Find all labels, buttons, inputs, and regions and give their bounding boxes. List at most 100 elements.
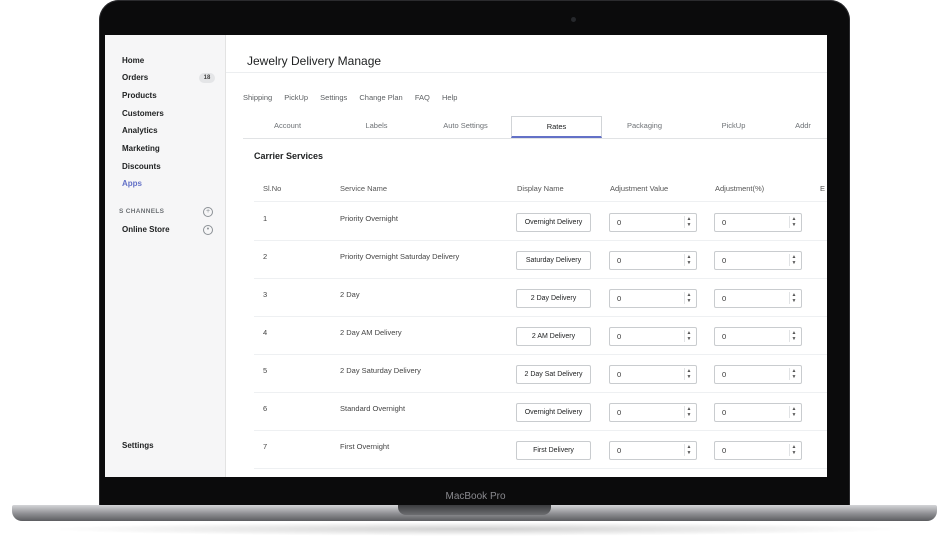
sidebar-item-products[interactable]: Products	[122, 91, 157, 100]
sidebar-item-online-store[interactable]: Online Store	[122, 225, 170, 234]
tab-address[interactable]: Addr	[778, 116, 827, 136]
display-name-button[interactable]: Overnight Delivery	[516, 213, 591, 232]
device-label: MacBook Pro	[445, 491, 506, 502]
topnav-faq[interactable]: FAQ	[415, 93, 430, 102]
sidebar-item-apps[interactable]: Apps	[122, 179, 142, 188]
adjustment-value: 0	[617, 332, 622, 341]
table-row: 1 Priority Overnight Overnight Delivery 0 ▲ ▼…	[254, 203, 827, 241]
row-number: 7	[263, 442, 268, 451]
adjustment-value-input[interactable]: 0 ▲ ▼	[609, 403, 697, 422]
laptop-shadow	[40, 522, 910, 536]
adjustment-percent: 0	[722, 408, 727, 417]
laptop-hinge-notch	[398, 505, 551, 515]
adjustment-percent: 0	[722, 218, 727, 227]
service-name: First Overnight	[340, 442, 390, 451]
stepper-arrows-icon[interactable]: ▲ ▼	[684, 330, 693, 342]
sidebar-item-settings[interactable]: Settings	[122, 441, 154, 450]
stepper-arrows-icon[interactable]: ▲ ▼	[684, 216, 693, 228]
display-name-button[interactable]: 2 AM Delivery	[516, 327, 591, 346]
tab-rates[interactable]: Rates	[511, 116, 602, 138]
stepper-arrows-icon[interactable]: ▲ ▼	[684, 292, 693, 304]
stepper-arrows-icon[interactable]: ▲ ▼	[789, 292, 798, 304]
section-title: Carrier Services	[254, 151, 324, 161]
sidebar-item-analytics[interactable]: Analytics	[122, 126, 158, 135]
adjustment-percent-input[interactable]: 0 ▲ ▼	[714, 365, 802, 384]
sales-channels-heading: S CHANNELS	[119, 208, 165, 215]
adjustment-percent-input[interactable]: 0 ▲ ▼	[714, 213, 802, 232]
adjustment-value-input[interactable]: 0 ▲ ▼	[609, 365, 697, 384]
table-row: 7 First Overnight First Delivery 0 ▲ ▼ 0 ▲ ▼	[254, 431, 827, 469]
row-number: 5	[263, 366, 268, 375]
table-row: 4 2 Day AM Delivery 2 AM Delivery 0 ▲ ▼ 0 ▲ ▼	[254, 317, 827, 355]
stepper-arrows-icon[interactable]: ▲ ▼	[789, 216, 798, 228]
sidebar-item-home[interactable]: Home	[122, 56, 144, 65]
adjustment-percent-input[interactable]: 0 ▲ ▼	[714, 403, 802, 422]
adjustment-value-input[interactable]: 0 ▲ ▼	[609, 289, 697, 308]
column-header-service-name: Service Name	[340, 184, 388, 193]
adjustment-value: 0	[617, 256, 622, 265]
row-number: 6	[263, 404, 268, 413]
tab-labels[interactable]: Labels	[332, 116, 421, 136]
column-header-enabled: E	[820, 184, 826, 193]
stepper-arrows-icon[interactable]: ▲ ▼	[684, 406, 693, 418]
column-header-display-name: Display Name	[517, 184, 564, 193]
service-name: Standard Overnight	[340, 404, 406, 413]
sidebar-item-discounts[interactable]: Discounts	[122, 162, 161, 171]
adjustment-percent: 0	[722, 294, 727, 303]
stepper-arrows-icon[interactable]: ▲ ▼	[684, 444, 693, 456]
stepper-arrows-icon[interactable]: ▲ ▼	[789, 254, 798, 266]
adjustment-value: 0	[617, 218, 622, 227]
row-divider	[254, 468, 827, 469]
sidebar-item-customers[interactable]: Customers	[122, 109, 164, 118]
stepper-arrows-icon[interactable]: ▲ ▼	[684, 254, 693, 266]
column-header-adjustment-value: Adjustment Value	[610, 184, 669, 193]
topnav-help[interactable]: Help	[442, 93, 457, 102]
adjustment-value-input[interactable]: 0 ▲ ▼	[609, 251, 697, 270]
adjustment-value: 0	[617, 446, 622, 455]
view-eye-icon[interactable]: •	[203, 225, 213, 235]
tab-pickup[interactable]: PickUp	[689, 116, 778, 136]
service-name: Priority Overnight	[340, 214, 398, 223]
adjustment-percent: 0	[722, 370, 727, 379]
adjustment-percent-input[interactable]: 0 ▲ ▼	[714, 441, 802, 460]
column-header-adjustment-pct: Adjustment(%)	[715, 184, 765, 193]
stepper-arrows-icon[interactable]: ▲ ▼	[789, 444, 798, 456]
stepper-arrows-icon[interactable]: ▲ ▼	[789, 406, 798, 418]
row-number: 2	[263, 252, 268, 261]
table-row: 2 Priority Overnight Saturday Delivery Sat…	[254, 241, 827, 279]
sidebar-item-marketing[interactable]: Marketing	[122, 144, 160, 153]
header-row-divider	[254, 201, 827, 202]
header-divider	[226, 72, 827, 73]
stepper-arrows-icon[interactable]: ▲ ▼	[789, 368, 798, 380]
display-name-button[interactable]: 2 Day Sat Delivery	[516, 365, 591, 384]
topnav-settings[interactable]: Settings	[320, 93, 347, 102]
topnav-pickup[interactable]: PickUp	[284, 93, 308, 102]
adjustment-value-input[interactable]: 0 ▲ ▼	[609, 441, 697, 460]
sidebar-item-orders[interactable]: Orders	[122, 73, 148, 82]
adjustment-percent: 0	[722, 332, 727, 341]
sidebar: Home Orders 18 Products Customers Analyt…	[105, 35, 226, 477]
add-channel-icon[interactable]: +	[203, 207, 213, 217]
app-top-nav: Shipping PickUp Settings Change Plan FAQ…	[243, 93, 467, 102]
topnav-shipping[interactable]: Shipping	[243, 93, 272, 102]
display-name-button[interactable]: 2 Day Delivery	[516, 289, 591, 308]
display-name-button[interactable]: First Delivery	[516, 441, 591, 460]
row-number: 3	[263, 290, 268, 299]
adjustment-percent: 0	[722, 446, 727, 455]
adjustment-value-input[interactable]: 0 ▲ ▼	[609, 213, 697, 232]
adjustment-value-input[interactable]: 0 ▲ ▼	[609, 327, 697, 346]
tab-account[interactable]: Account	[243, 116, 332, 136]
table-row: 5 2 Day Saturday Delivery 2 Day Sat Delive…	[254, 355, 827, 393]
adjustment-percent-input[interactable]: 0 ▲ ▼	[714, 327, 802, 346]
display-name-button[interactable]: Saturday Delivery	[516, 251, 591, 270]
adjustment-percent-input[interactable]: 0 ▲ ▼	[714, 289, 802, 308]
tab-packaging[interactable]: Packaging	[600, 116, 689, 136]
tab-auto-settings[interactable]: Auto Settings	[421, 116, 510, 136]
adjustment-percent-input[interactable]: 0 ▲ ▼	[714, 251, 802, 270]
settings-tabs: Account Labels Auto Settings Rates Packa…	[243, 116, 827, 139]
stepper-arrows-icon[interactable]: ▲ ▼	[789, 330, 798, 342]
topnav-change-plan[interactable]: Change Plan	[359, 93, 402, 102]
row-number: 4	[263, 328, 268, 337]
stepper-arrows-icon[interactable]: ▲ ▼	[684, 368, 693, 380]
display-name-button[interactable]: Overnight Delivery	[516, 403, 591, 422]
